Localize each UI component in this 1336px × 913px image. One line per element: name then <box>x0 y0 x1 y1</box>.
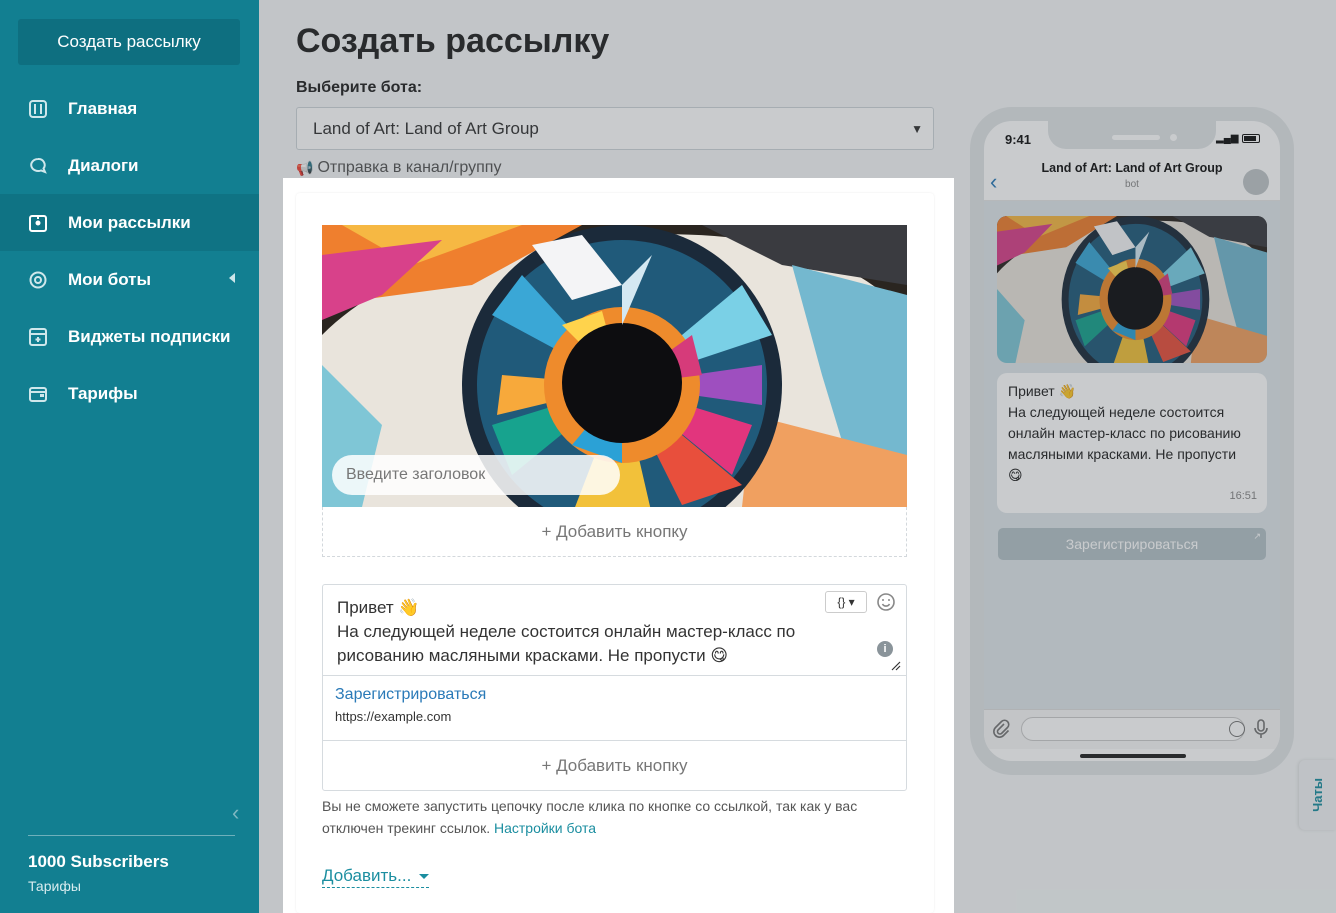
home-indicator <box>1080 754 1186 758</box>
url-button-url: https://example.com <box>335 709 452 724</box>
chat-header: ‹ Land of Art: Land of Art Group bot <box>984 157 1280 201</box>
bot-settings-link[interactable]: Настройки бота <box>494 820 596 836</box>
message-text-area[interactable]: Привет 👋 На следующей неделе состоится о… <box>323 585 906 676</box>
sidebar-item-home[interactable]: Главная <box>0 80 259 137</box>
sidebar-item-label: Главная <box>68 98 138 118</box>
inline-url-button[interactable]: Зарегистрироваться ↗ <box>998 528 1266 560</box>
external-link-icon: ↗ <box>1253 531 1261 541</box>
title-input[interactable] <box>332 455 620 495</box>
sidebar-item-label: Диалоги <box>68 155 139 175</box>
wallet-icon <box>28 384 48 404</box>
add-more-dropdown[interactable]: Добавить... <box>322 866 430 888</box>
message-line: онлайн мастер-класс по рисованию <box>1008 425 1241 441</box>
sidebar-item-label: Мои рассылки <box>68 212 191 232</box>
message-line: На следующей неделе состоится <box>1008 404 1225 420</box>
message-line: масляными красками. Не пропусти <box>1008 446 1237 462</box>
status-icons: ▂▄▆ <box>1216 133 1261 144</box>
channel-send-link[interactable]: 📢 Отправка в канал/группу <box>296 159 501 177</box>
message-input[interactable] <box>1021 717 1245 741</box>
divider <box>28 835 235 836</box>
phone-preview: 9:41 ▂▄▆ ‹ Land of Art: Land of Art Grou… <box>970 107 1294 775</box>
bot-select[interactable]: Land of Art: Land of Art Group ▼ <box>296 107 934 150</box>
sidebar-item-dialogs[interactable]: Диалоги <box>0 137 259 194</box>
chat-title: Land of Art: Land of Art Group <box>1041 161 1223 175</box>
sidebar-item-broadcasts[interactable]: Мои рассылки <box>0 194 259 251</box>
chevron-down-icon: ▼ <box>911 122 923 136</box>
bot-icon <box>28 270 48 290</box>
sidebar-item-widgets[interactable]: Виджеты подписки <box>0 308 259 365</box>
phone-notch <box>1048 121 1216 149</box>
bot-select-label: Выберите бота: <box>296 79 423 96</box>
info-icon[interactable]: i <box>877 641 893 657</box>
url-button-title: Зарегистрироваться <box>335 686 487 703</box>
avatar[interactable] <box>1243 169 1269 195</box>
inline-button-label: Зарегистрироваться <box>1065 536 1199 552</box>
sticker-icon[interactable] <box>1229 721 1245 737</box>
create-broadcast-button[interactable]: Создать рассылку <box>18 19 240 65</box>
message-line: Привет 👋 <box>1008 383 1077 399</box>
chat-body: Привет 👋 На следующей неделе состоится о… <box>984 201 1280 709</box>
chats-tab-label: Чаты <box>1310 778 1325 812</box>
microphone-icon[interactable] <box>1254 719 1268 739</box>
url-button-row[interactable]: Зарегистрироваться https://example.com <box>323 676 906 741</box>
chat-subtitle: bot <box>1125 179 1139 190</box>
plan-name: 1000 Subscribers <box>28 852 169 871</box>
page-title: Создать рассылку <box>296 22 610 60</box>
add-button-button[interactable]: + Добавить кнопку <box>323 741 906 790</box>
sidebar-item-label: Виджеты подписки <box>68 326 231 346</box>
chat-bubble-icon <box>28 156 48 176</box>
paperclip-icon[interactable] <box>992 719 1010 739</box>
widget-icon <box>28 327 48 347</box>
variables-button[interactable]: {} ▾ <box>825 591 867 613</box>
message-line: На следующей неделе состоится онлайн мас… <box>337 622 796 641</box>
text-message-block: Привет 👋 На следующей неделе состоится о… <box>322 584 907 791</box>
signal-icon: ▂▄▆ <box>1216 133 1239 144</box>
emoji-icon[interactable] <box>876 592 896 612</box>
add-more-label: Добавить... <box>322 866 412 885</box>
sidebar-item-tariffs[interactable]: Тарифы <box>0 365 259 422</box>
expand-caret-icon[interactable] <box>229 273 235 283</box>
resize-handle-icon[interactable] <box>891 661 901 671</box>
variables-icon: {} <box>837 595 846 609</box>
channel-send-label: Отправка в канал/группу <box>317 159 502 176</box>
megaphone-icon: 📢 <box>296 159 314 176</box>
sidebar-item-label: Мои боты <box>68 269 152 289</box>
caret-down-icon <box>419 873 430 879</box>
collapse-sidebar-icon[interactable]: ‹ <box>232 800 246 825</box>
tracking-warning: Вы не сможете запустить цепочку после кл… <box>322 795 902 839</box>
sidebar-item-label: Тарифы <box>68 383 138 403</box>
chat-input-bar <box>984 709 1280 749</box>
status-time: 9:41 <box>1005 132 1032 147</box>
sliders-icon <box>28 99 48 119</box>
message-line: рисованию масляными красками. Не пропуст… <box>337 646 729 665</box>
sidebar-nav: Главная Диалоги Мои рассылки Мои боты Ви… <box>0 80 259 422</box>
message-bubble: Привет 👋 На следующей неделе состоится о… <box>997 373 1267 513</box>
message-line: Привет 👋 <box>337 598 420 617</box>
add-button-button[interactable]: + Добавить кнопку <box>322 507 907 557</box>
message-time: 16:51 <box>1229 490 1257 502</box>
message-line: 😋 <box>1008 467 1023 483</box>
battery-icon <box>1242 134 1261 143</box>
broadcast-icon <box>28 213 48 233</box>
sidebar-item-bots[interactable]: Мои боты <box>0 251 259 308</box>
bot-select-value: Land of Art: Land of Art Group <box>313 118 539 138</box>
plan-tariffs-link[interactable]: Тарифы <box>28 878 81 894</box>
sidebar: Создать рассылку Главная Диалоги Мои рас… <box>0 0 259 913</box>
chats-tab[interactable]: Чаты <box>1299 760 1336 830</box>
message-image <box>997 216 1267 363</box>
